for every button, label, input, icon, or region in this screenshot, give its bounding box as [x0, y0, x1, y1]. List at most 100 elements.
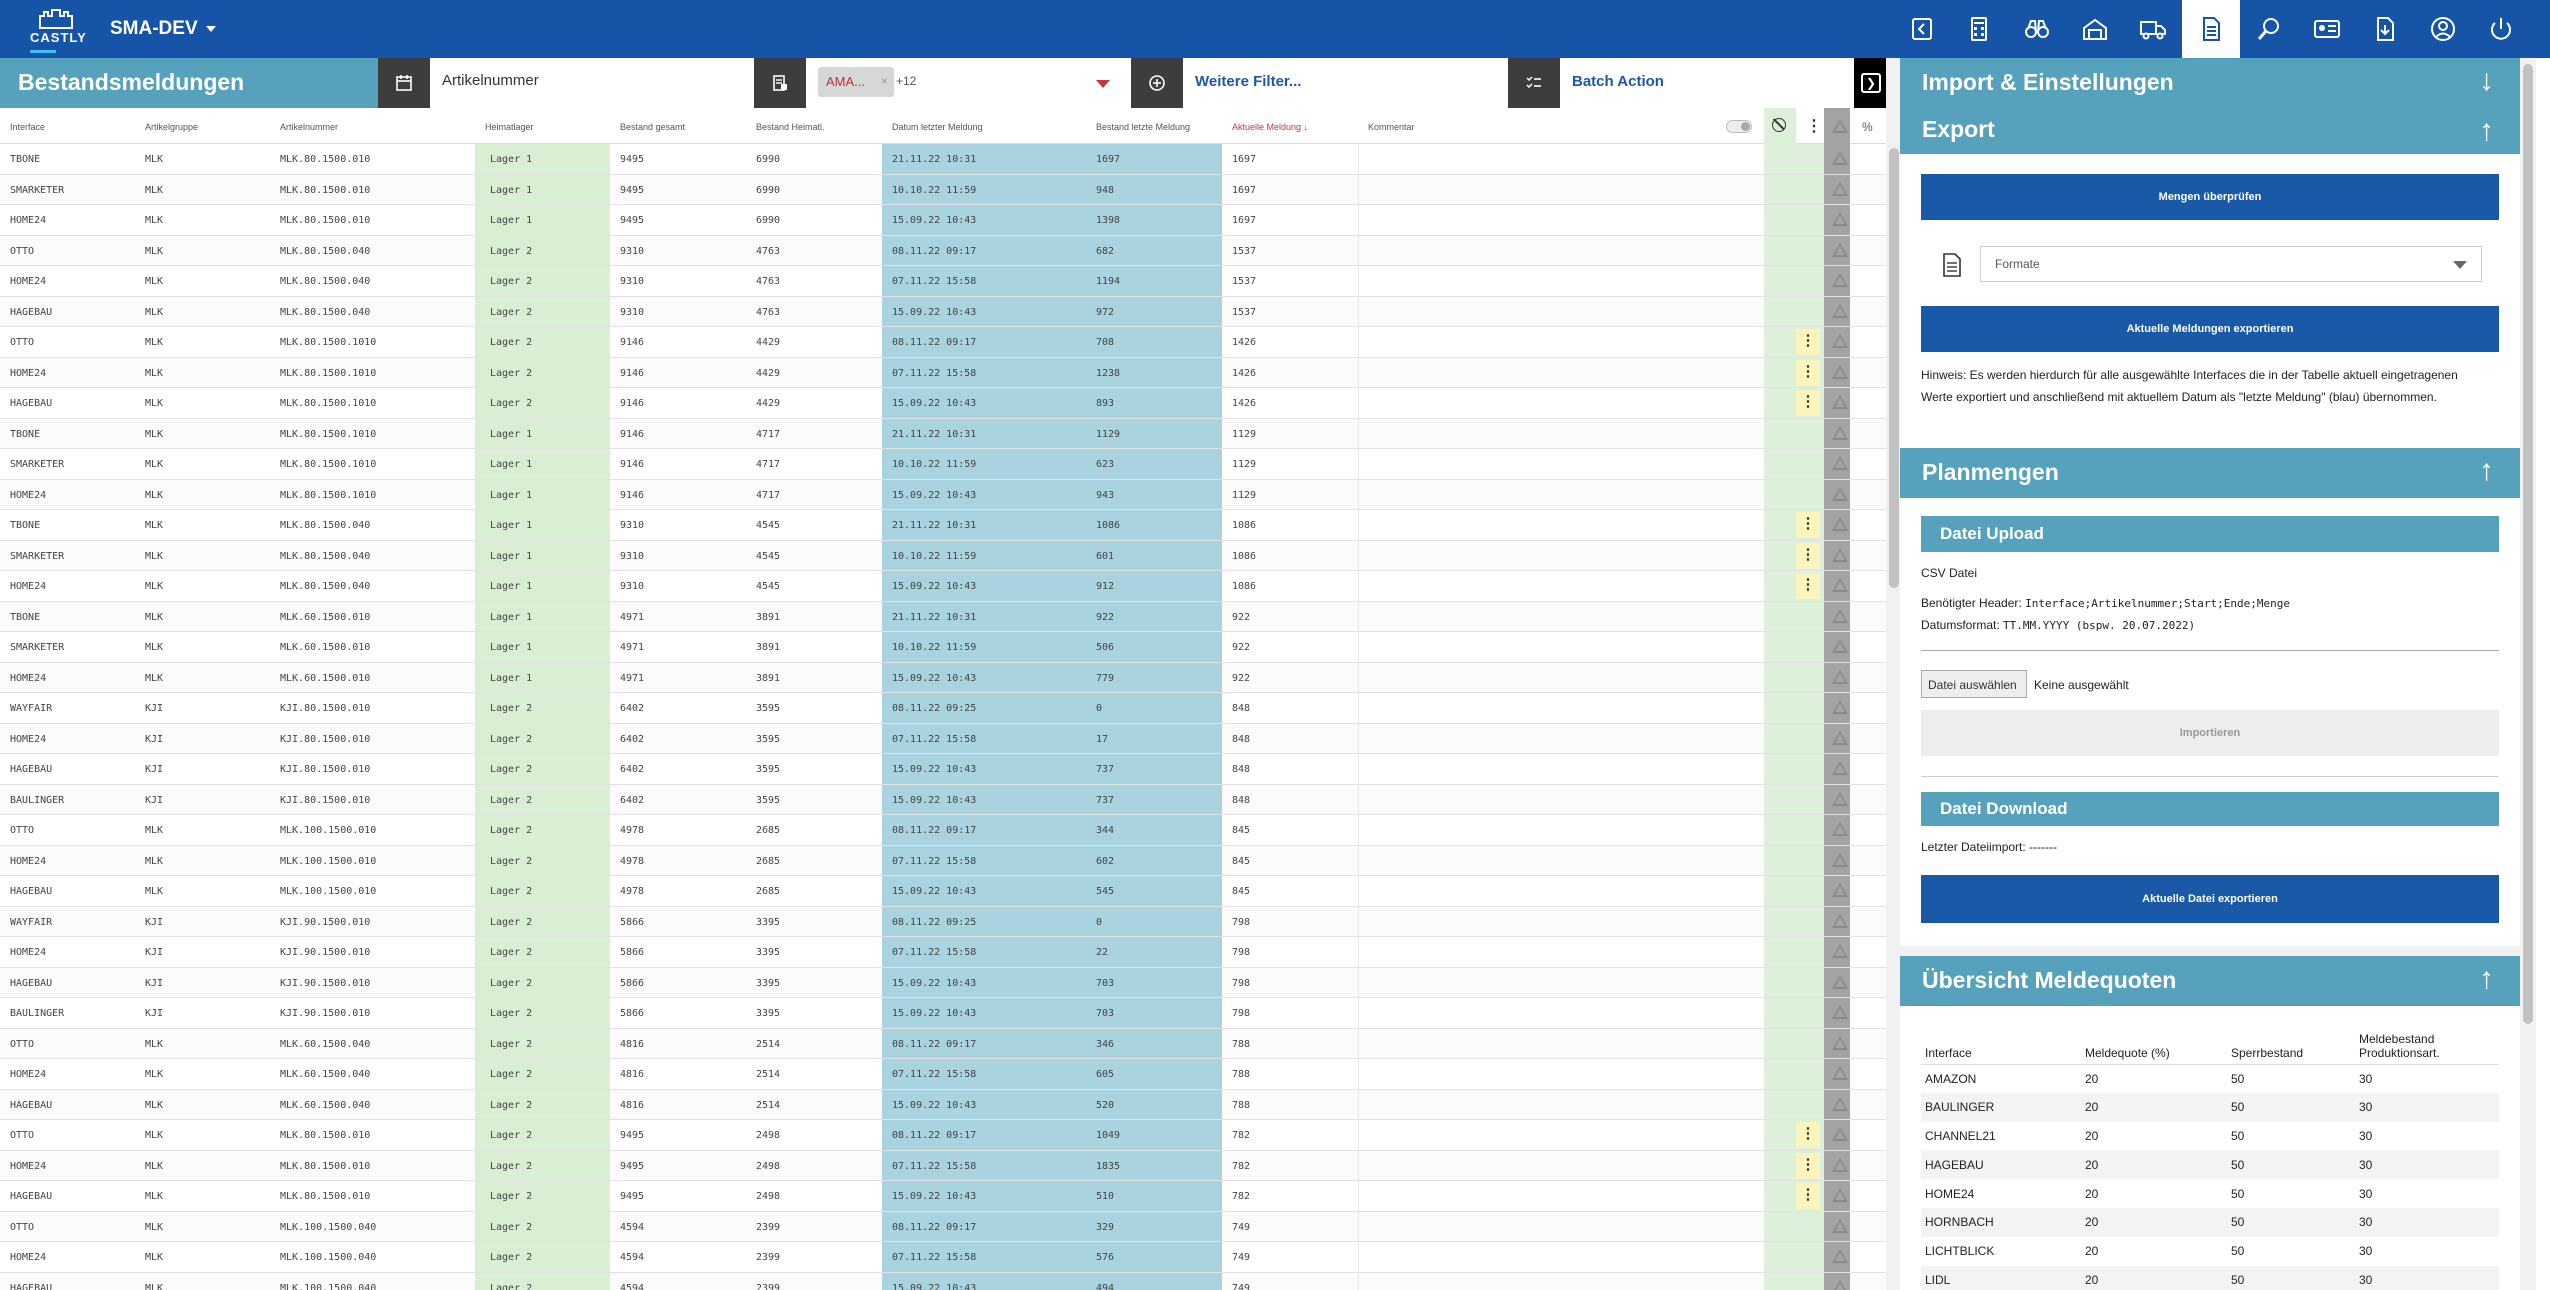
col-header-comment[interactable]: Kommentar	[1368, 122, 1415, 132]
table-row[interactable]: HAGEBAU KJI KJI.80.1500.010 Lager 2 6402 3595…	[0, 754, 1888, 785]
table-row[interactable]: WAYFAIR KJI KJI.80.1500.010 Lager 2 6402 3595…	[0, 693, 1888, 724]
environment-selector[interactable]: SMA-DEV	[110, 18, 216, 40]
comment-input[interactable]	[1358, 388, 1764, 418]
table-row[interactable]: WAYFAIR KJI KJI.90.1500.010 Lager 2 5866 3395…	[0, 906, 1888, 937]
table-row[interactable]: SMARKETER MLK MLK.80.1500.1010 Lager 1 9146 4…	[0, 449, 1888, 480]
comment-input[interactable]	[1358, 144, 1764, 174]
cell-current[interactable]: 782	[1232, 1130, 1250, 1141]
table-row[interactable]: OTTO MLK MLK.80.1500.1010 Lager 2 9146 4429 08…	[0, 327, 1888, 358]
cell-current[interactable]: 845	[1232, 856, 1250, 867]
comment-input[interactable]	[1358, 571, 1764, 601]
more-vertical-icon[interactable]: ⋮	[1796, 1183, 1820, 1209]
format-select[interactable]: Formate	[1980, 246, 2482, 282]
cell-current[interactable]: 848	[1232, 764, 1250, 775]
power-icon[interactable]	[2472, 0, 2530, 58]
more-vertical-icon[interactable]: ⋮	[1796, 573, 1820, 599]
comment-input[interactable]	[1358, 327, 1764, 357]
comment-input[interactable]	[1358, 937, 1764, 967]
col-header-stock-home[interactable]: Bestand Heimatl.	[756, 122, 825, 132]
table-row[interactable]: SMARKETER MLK MLK.60.1500.010 Lager 1 4971 38…	[0, 632, 1888, 663]
cell-current[interactable]: 845	[1232, 825, 1250, 836]
comment-input[interactable]	[1358, 968, 1764, 998]
comment-input[interactable]	[1358, 876, 1764, 906]
search-zoom-icon[interactable]	[2240, 0, 2298, 58]
cell-current[interactable]: 749	[1232, 1222, 1250, 1233]
comment-input[interactable]	[1358, 785, 1764, 815]
user-icon[interactable]	[2414, 0, 2472, 58]
calendar-icon[interactable]	[378, 58, 430, 108]
table-row[interactable]: TBONE MLK MLK.80.1500.1010 Lager 1 9146 4717 2…	[0, 418, 1888, 449]
quota-section-header[interactable]: Übersicht Meldequoten ↑	[1900, 956, 2520, 1006]
table-row[interactable]: HAGEBAU MLK MLK.80.1500.1010 Lager 2 9146 442…	[0, 388, 1888, 419]
table-row[interactable]: HAGEBAU MLK MLK.80.1500.010 Lager 2 9495 2498…	[0, 1181, 1888, 1212]
comment-input[interactable]	[1358, 1059, 1764, 1089]
comment-input[interactable]	[1358, 358, 1764, 388]
export-file-button[interactable]: Aktuelle Datei exportieren	[1921, 875, 2499, 923]
cell-current[interactable]: 1129	[1232, 429, 1256, 440]
cell-current[interactable]: 798	[1232, 947, 1250, 958]
table-row[interactable]: HOME24 MLK MLK.80.1500.1010 Lager 1 9146 4717…	[0, 479, 1888, 510]
table-row[interactable]: OTTO MLK MLK.100.1500.040 Lager 2 4594 2399 08…	[0, 1211, 1888, 1242]
comment-input[interactable]	[1358, 205, 1764, 235]
arrow-up-icon[interactable]: ↑	[2479, 454, 2494, 488]
comment-input[interactable]	[1358, 724, 1764, 754]
cell-current[interactable]: 1537	[1232, 307, 1256, 318]
table-row[interactable]: HAGEBAU MLK MLK.100.1500.040 Lager 2 4594 239…	[0, 1272, 1888, 1290]
add-circle-icon[interactable]	[1131, 58, 1183, 108]
choose-file-button[interactable]: Datei auswählen	[1921, 670, 2027, 698]
block-icon[interactable]	[1772, 118, 1786, 132]
id-card-icon[interactable]	[2298, 0, 2356, 58]
cell-current[interactable]: 1129	[1232, 490, 1256, 501]
comment-input[interactable]	[1358, 998, 1764, 1028]
comment-input[interactable]	[1358, 1273, 1764, 1290]
calculator-icon[interactable]	[1950, 0, 2008, 58]
col-header-lager[interactable]: Heimatlager	[485, 122, 534, 132]
cell-current[interactable]: 1426	[1232, 368, 1256, 379]
comment-input[interactable]	[1358, 815, 1764, 845]
castly-logo[interactable]: CASTLY	[24, 6, 88, 54]
comment-input[interactable]	[1358, 1090, 1764, 1120]
comment-input[interactable]	[1358, 1181, 1764, 1211]
cell-current[interactable]: 788	[1232, 1039, 1250, 1050]
table-row[interactable]: HAGEBAU MLK MLK.60.1500.040 Lager 2 4816 2514…	[0, 1089, 1888, 1120]
close-icon[interactable]: ×	[881, 74, 888, 88]
comment-input[interactable]	[1358, 236, 1764, 266]
binoculars-icon[interactable]	[2008, 0, 2066, 58]
table-row[interactable]: TBONE MLK MLK.80.1500.010 Lager 1 9495 6990 21…	[0, 144, 1888, 175]
comment-input[interactable]	[1358, 1151, 1764, 1181]
table-row[interactable]: TBONE MLK MLK.60.1500.010 Lager 1 4971 3891 21…	[0, 601, 1888, 632]
comment-input[interactable]	[1358, 1120, 1764, 1150]
warehouse-icon[interactable]	[2066, 0, 2124, 58]
col-header-stock-total[interactable]: Bestand gesamt	[620, 122, 685, 132]
table-row[interactable]: HAGEBAU KJI KJI.90.1500.010 Lager 2 5866 3395…	[0, 967, 1888, 998]
comment-input[interactable]	[1358, 266, 1764, 296]
comment-input[interactable]	[1358, 1029, 1764, 1059]
cell-current[interactable]: 1537	[1232, 276, 1256, 287]
comment-input[interactable]	[1358, 907, 1764, 937]
cell-current[interactable]: 782	[1232, 1161, 1250, 1172]
table-row[interactable]: SMARKETER MLK MLK.80.1500.010 Lager 1 9495 69…	[0, 174, 1888, 205]
more-vertical-icon[interactable]: ⋮	[1806, 116, 1822, 136]
planmengen-section-header[interactable]: Planmengen ↑	[1900, 448, 2520, 498]
col-header-interface[interactable]: Interface	[10, 122, 45, 132]
cell-current[interactable]: 798	[1232, 978, 1250, 989]
cell-current[interactable]: 749	[1232, 1283, 1250, 1290]
cell-current[interactable]: 1086	[1232, 581, 1256, 592]
comment-input[interactable]	[1358, 632, 1764, 662]
comment-input[interactable]	[1358, 419, 1764, 449]
table-row[interactable]: HOME24 MLK MLK.80.1500.040 Lager 1 9310 4545 1…	[0, 571, 1888, 602]
export-current-reports-button[interactable]: Aktuelle Meldungen exportieren	[1921, 306, 2499, 352]
more-vertical-icon[interactable]: ⋮	[1796, 390, 1820, 416]
table-row[interactable]: HOME24 MLK MLK.60.1500.040 Lager 2 4816 2514 0…	[0, 1059, 1888, 1090]
truck-icon[interactable]	[2124, 0, 2182, 58]
cell-current[interactable]: 848	[1232, 703, 1250, 714]
table-row[interactable]: SMARKETER MLK MLK.80.1500.040 Lager 1 9310 45…	[0, 540, 1888, 571]
comment-input[interactable]	[1358, 602, 1764, 632]
cell-current[interactable]: 798	[1232, 917, 1250, 928]
table-row[interactable]: OTTO MLK MLK.80.1500.040 Lager 2 9310 4763 08.…	[0, 235, 1888, 266]
table-row[interactable]: HAGEBAU MLK MLK.80.1500.040 Lager 2 9310 4763…	[0, 296, 1888, 327]
arrow-down-icon[interactable]: ↓	[2479, 64, 2494, 98]
import-button[interactable]: Importieren	[1921, 710, 2499, 756]
comment-input[interactable]	[1358, 175, 1764, 205]
cell-current[interactable]: 848	[1232, 795, 1250, 806]
